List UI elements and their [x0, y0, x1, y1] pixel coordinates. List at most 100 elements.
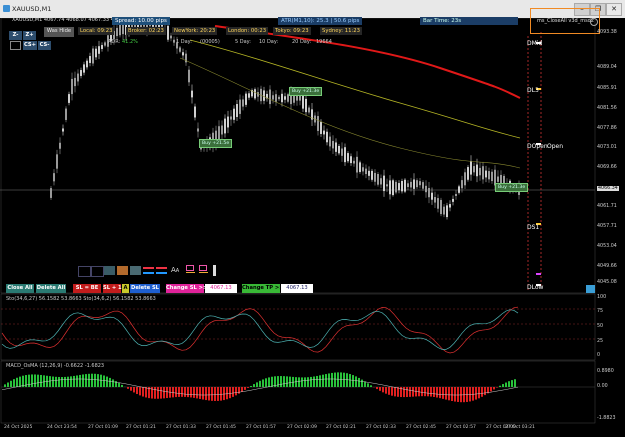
panel-toggle-icon[interactable]	[10, 41, 21, 50]
sl-plus1-button[interactable]: SL + 1	[103, 284, 122, 293]
macd-bar	[133, 387, 135, 393]
vline-tool-icon[interactable]	[213, 265, 216, 276]
macd-bar	[451, 387, 453, 401]
stoch-main-line	[1, 306, 519, 354]
macd-bar	[484, 387, 486, 396]
macd-bar	[259, 380, 261, 387]
macd-bar	[505, 382, 507, 387]
atr-badge: ATR(M1,10): 25.3 | 50.6 pips	[278, 17, 363, 25]
candle-body	[323, 130, 325, 135]
color-swatch[interactable]	[117, 266, 128, 275]
color-swatch[interactable]	[104, 266, 115, 275]
macd-bar	[7, 382, 9, 387]
line-style-red-icon[interactable]	[143, 267, 154, 269]
candle-body	[368, 170, 370, 176]
macd-bar	[40, 374, 42, 387]
macd-bar	[322, 374, 324, 387]
macd-bar	[313, 376, 315, 387]
macd-bar	[436, 387, 438, 398]
zoom-in-button[interactable]: Z+	[23, 31, 36, 40]
sl-value-field[interactable]: 4067.13	[205, 284, 237, 293]
was-hide-button[interactable]: Was Hide	[44, 27, 74, 37]
stochastic-plot	[1, 306, 519, 354]
auto-button[interactable]: A	[122, 284, 129, 293]
candle-body	[443, 206, 445, 215]
macd-bar	[283, 376, 285, 387]
color-swatch[interactable]	[78, 266, 91, 277]
rect-tool-icon[interactable]	[199, 265, 207, 271]
macd-bar	[241, 387, 243, 392]
macd-bar	[430, 387, 432, 397]
close-all-button[interactable]: Close All	[6, 284, 34, 293]
delete-all-button[interactable]: Delete All	[36, 284, 66, 293]
macd-bar	[211, 387, 213, 401]
candle-body	[431, 192, 433, 200]
adr-20day-label: 20 Day:	[292, 39, 312, 45]
candle-body	[254, 89, 256, 99]
line-style-blue-icon[interactable]	[143, 272, 154, 274]
macd-bar	[349, 374, 351, 387]
macd-bar	[286, 376, 288, 387]
close-button[interactable]: ✕	[606, 3, 622, 16]
zoom-out-button[interactable]: Z-	[9, 31, 22, 40]
macd-bar	[460, 387, 462, 403]
macd-bar	[217, 387, 219, 401]
macd-bar	[445, 387, 447, 400]
text-tool-icon[interactable]: AA	[171, 266, 179, 274]
arrow-tool-icon[interactable]	[186, 272, 195, 273]
macd-bar	[355, 376, 357, 387]
candle-body	[419, 181, 421, 186]
chart-shift-plus-button[interactable]: CS+	[23, 41, 37, 50]
candle-body	[377, 173, 379, 185]
line-style-blue-icon[interactable]	[156, 272, 167, 274]
color-swatch[interactable]	[130, 266, 141, 275]
macd-bar	[319, 375, 321, 387]
trade-tag[interactable]: Buy +21.5e	[199, 139, 233, 148]
color-swatch[interactable]	[91, 266, 104, 277]
adr-value: 41.2%	[122, 39, 138, 45]
candle-body	[53, 173, 55, 182]
chart-shift-minus-button[interactable]: CS-	[38, 41, 51, 50]
macd-bar	[301, 377, 303, 387]
candle-body	[227, 116, 229, 128]
spread-badge: Spread: 10.00 pips	[112, 17, 170, 25]
candle-body	[305, 98, 307, 113]
rect-tool-icon[interactable]	[186, 265, 194, 271]
candle-body	[470, 161, 472, 175]
stoch-panel-frame	[0, 293, 596, 361]
macd-bar	[109, 377, 111, 387]
candle-body	[383, 175, 385, 192]
candle-body	[239, 99, 241, 114]
macd-bar	[76, 375, 78, 387]
candle-body	[491, 171, 493, 182]
candle-body	[101, 45, 103, 49]
change-sl-button[interactable]: Change SL >>	[166, 284, 207, 293]
macd-bar	[403, 387, 405, 398]
macd-bar	[82, 374, 84, 387]
macd-bar	[127, 387, 129, 389]
macd-plot	[1, 372, 519, 403]
macd-bar	[181, 387, 183, 397]
change-tp-button[interactable]: Change TP >>	[242, 284, 284, 293]
candle-body	[89, 56, 91, 63]
macd-bar	[307, 377, 309, 387]
trade-tag[interactable]: Buy +21.3e	[289, 87, 323, 96]
arrow-tool-icon[interactable]	[199, 272, 208, 273]
sl-be-button[interactable]: SL = BE	[73, 284, 101, 293]
delete-sl-button[interactable]: Delete SL	[130, 284, 160, 293]
scroll-end-button[interactable]	[586, 285, 595, 293]
candle-body	[395, 181, 397, 193]
candle-body	[191, 90, 193, 98]
candle-body	[446, 205, 448, 218]
candle-body	[416, 180, 418, 188]
macd-bar	[493, 387, 495, 390]
candle-body	[284, 96, 286, 100]
line-style-red-icon[interactable]	[156, 267, 167, 269]
tp-value-field[interactable]: 4067.13	[281, 284, 313, 293]
candle-body	[56, 154, 58, 169]
level-open: Open	[547, 143, 564, 150]
macd-bar	[70, 376, 72, 387]
macd-bar	[475, 387, 477, 400]
macd-bar	[4, 384, 6, 387]
trade-tag[interactable]: Buy +21.3e	[495, 183, 529, 192]
